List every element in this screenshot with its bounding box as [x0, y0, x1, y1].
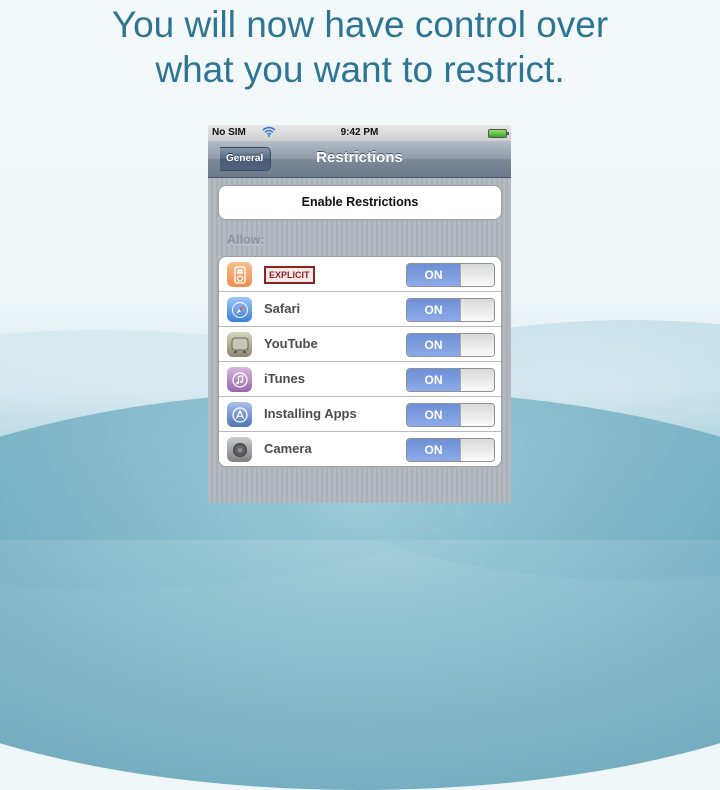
itunes-icon [227, 367, 252, 392]
toggle-knob[interactable] [460, 369, 494, 391]
list-item-explicit: EXPLICIT ON [219, 257, 501, 292]
slide-title-line-2: what you want to restrict. [155, 49, 565, 90]
back-button-general[interactable]: General [220, 147, 272, 171]
slide-title: You will now have control over what you … [0, 2, 720, 92]
phone-screenshot: No SIM 9:42 PM Restrictions General Enab… [208, 125, 511, 503]
app-store-icon [227, 402, 252, 427]
toggle-on-label: ON [407, 439, 460, 461]
item-label: iTunes [264, 371, 305, 386]
list-item-itunes: iTunes ON [219, 362, 501, 397]
back-button-label: General [226, 153, 264, 164]
toggle-explicit[interactable]: ON [406, 263, 495, 287]
camera-icon [227, 437, 252, 462]
toggle-camera[interactable]: ON [406, 438, 495, 462]
toggle-on-label: ON [407, 369, 460, 391]
item-label: Safari [264, 301, 301, 316]
enable-restrictions-button[interactable]: Enable Restrictions [218, 185, 502, 220]
list-item-installing-apps: Installing Apps ON [219, 397, 501, 432]
battery-icon [488, 129, 509, 138]
slide-title-line-1: You will now have control over [111, 4, 609, 45]
item-label: YouTube [264, 336, 318, 351]
list-item-camera: Camera ON [219, 432, 501, 466]
toggle-knob[interactable] [460, 299, 494, 321]
list-item-safari: Safari ON [219, 292, 501, 327]
toggle-itunes[interactable]: ON [406, 368, 495, 392]
explicit-badge: EXPLICIT [264, 266, 315, 284]
list-item-youtube: YouTube ON [219, 327, 501, 362]
toggle-knob[interactable] [460, 439, 494, 461]
youtube-icon [227, 332, 252, 357]
item-label: Camera [264, 441, 312, 456]
clock: 9:42 PM [340, 127, 379, 138]
toggle-safari[interactable]: ON [406, 298, 495, 322]
status-bar: No SIM 9:42 PM [208, 125, 511, 141]
toggle-on-label: ON [407, 404, 460, 426]
item-label: Installing Apps [264, 406, 357, 421]
allow-list: EXPLICIT ON Safari ON YouTube ON iTunes … [218, 256, 502, 467]
toggle-knob[interactable] [460, 404, 494, 426]
toggle-knob[interactable] [460, 334, 494, 356]
toggle-on-label: ON [407, 264, 460, 286]
toggle-on-label: ON [407, 334, 460, 356]
toggle-installing-apps[interactable]: ON [406, 403, 495, 427]
allow-section-label: Allow: [227, 233, 265, 247]
navigation-bar: Restrictions General [208, 141, 511, 178]
toggle-youtube[interactable]: ON [406, 333, 495, 357]
ipod-icon [227, 262, 252, 287]
safari-icon [227, 297, 252, 322]
toggle-on-label: ON [407, 299, 460, 321]
toggle-knob[interactable] [460, 264, 494, 286]
